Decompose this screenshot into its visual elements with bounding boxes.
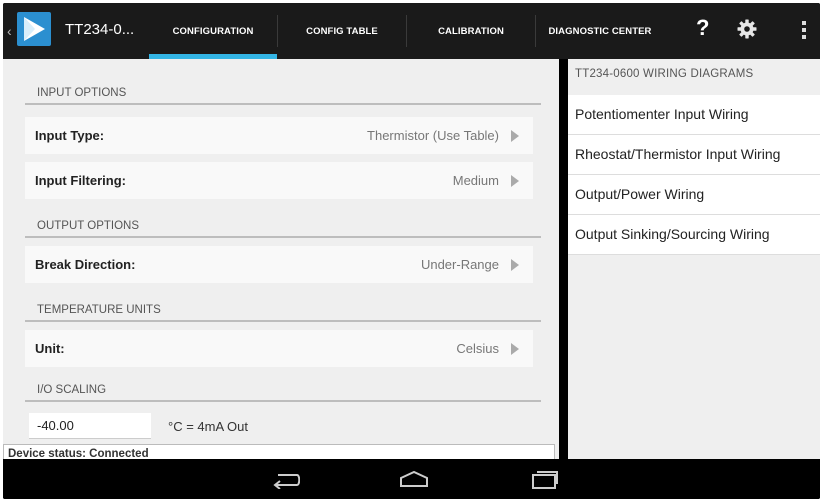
- chevron-right-icon: [511, 130, 519, 142]
- wiring-item-sinking-sourcing[interactable]: Output Sinking/Sourcing Wiring: [568, 215, 820, 255]
- scaling-unit-label: °C = 4mA Out: [168, 419, 248, 434]
- wiring-item-rheostat-thermistor[interactable]: Rheostat/Thermistor Input Wiring: [568, 135, 820, 175]
- back-icon[interactable]: [270, 471, 300, 489]
- system-nav-bar: [3, 459, 820, 499]
- section-io-scaling: I/O SCALING: [25, 384, 541, 402]
- chevron-right-icon: [511, 343, 519, 355]
- wiring-diagrams-pane: TT234-0600 WIRING DIAGRAMS Potentiomente…: [568, 59, 820, 459]
- tab-diagnostic-center[interactable]: DIAGNOSTIC CENTER: [536, 3, 664, 59]
- unit-setting[interactable]: Unit: Celsius: [25, 330, 533, 367]
- setting-value: Under-Range: [420, 257, 499, 272]
- section-temperature-units: TEMPERATURE UNITS: [25, 304, 541, 322]
- app-title: TT234-0...: [65, 21, 135, 38]
- up-caret-icon[interactable]: ‹: [7, 23, 12, 39]
- setting-value: Celsius: [456, 341, 499, 356]
- wiring-item-label: Potentiomenter Input Wiring: [575, 106, 749, 122]
- chevron-right-icon: [511, 175, 519, 187]
- wiring-item-label: Output Sinking/Sourcing Wiring: [575, 226, 770, 242]
- home-icon[interactable]: [399, 470, 429, 488]
- pane-divider: [559, 59, 568, 459]
- wiring-item-label: Output/Power Wiring: [575, 186, 705, 202]
- wiring-item-label: Rheostat/Thermistor Input Wiring: [575, 146, 781, 162]
- wiring-heading: TT234-0600 WIRING DIAGRAMS: [575, 68, 754, 80]
- app-window: ‹ TT234-0... CONFIGURATION CONFIG TABLE …: [3, 3, 820, 499]
- setting-label: Input Filtering:: [35, 173, 126, 188]
- chevron-right-icon: [511, 259, 519, 271]
- tab-label: CONFIGURATION: [172, 25, 254, 37]
- gear-icon[interactable]: [737, 19, 757, 39]
- tab-label: CONFIG TABLE: [306, 25, 378, 37]
- action-bar: ‹ TT234-0... CONFIGURATION CONFIG TABLE …: [3, 3, 820, 59]
- setting-value: Medium: [452, 173, 499, 188]
- setting-label: Break Direction:: [35, 257, 136, 272]
- tab-configuration[interactable]: CONFIGURATION: [149, 3, 277, 59]
- tab-calibration[interactable]: CALIBRATION: [407, 3, 535, 59]
- wiring-item-output-power[interactable]: Output/Power Wiring: [568, 175, 820, 215]
- break-direction-setting[interactable]: Break Direction: Under-Range: [25, 246, 533, 283]
- app-logo-icon[interactable]: [17, 12, 51, 46]
- section-input-options: INPUT OPTIONS: [25, 87, 541, 105]
- overflow-menu-icon[interactable]: [802, 21, 806, 42]
- wiring-item-potentiometer[interactable]: Potentiomenter Input Wiring: [568, 95, 820, 135]
- input-filtering-setting[interactable]: Input Filtering: Medium: [25, 162, 533, 199]
- setting-label: Input Type:: [35, 128, 105, 143]
- tab-label: DIAGNOSTIC CENTER: [548, 25, 652, 37]
- tab-label: CALIBRATION: [438, 25, 504, 37]
- scaling-low-input[interactable]: -40.00: [29, 413, 151, 439]
- tab-config-table[interactable]: CONFIG TABLE: [278, 3, 406, 59]
- recent-apps-icon[interactable]: [531, 470, 559, 490]
- setting-label: Unit:: [35, 341, 65, 356]
- setting-value: Thermistor (Use Table): [367, 128, 499, 143]
- section-output-options: OUTPUT OPTIONS: [25, 220, 541, 238]
- input-type-setting[interactable]: Input Type: Thermistor (Use Table): [25, 117, 533, 154]
- configuration-pane: INPUT OPTIONS Input Type: Thermistor (Us…: [3, 59, 559, 459]
- device-status-bar: Device status: Connected: [3, 444, 555, 459]
- help-button[interactable]: ?: [696, 15, 709, 41]
